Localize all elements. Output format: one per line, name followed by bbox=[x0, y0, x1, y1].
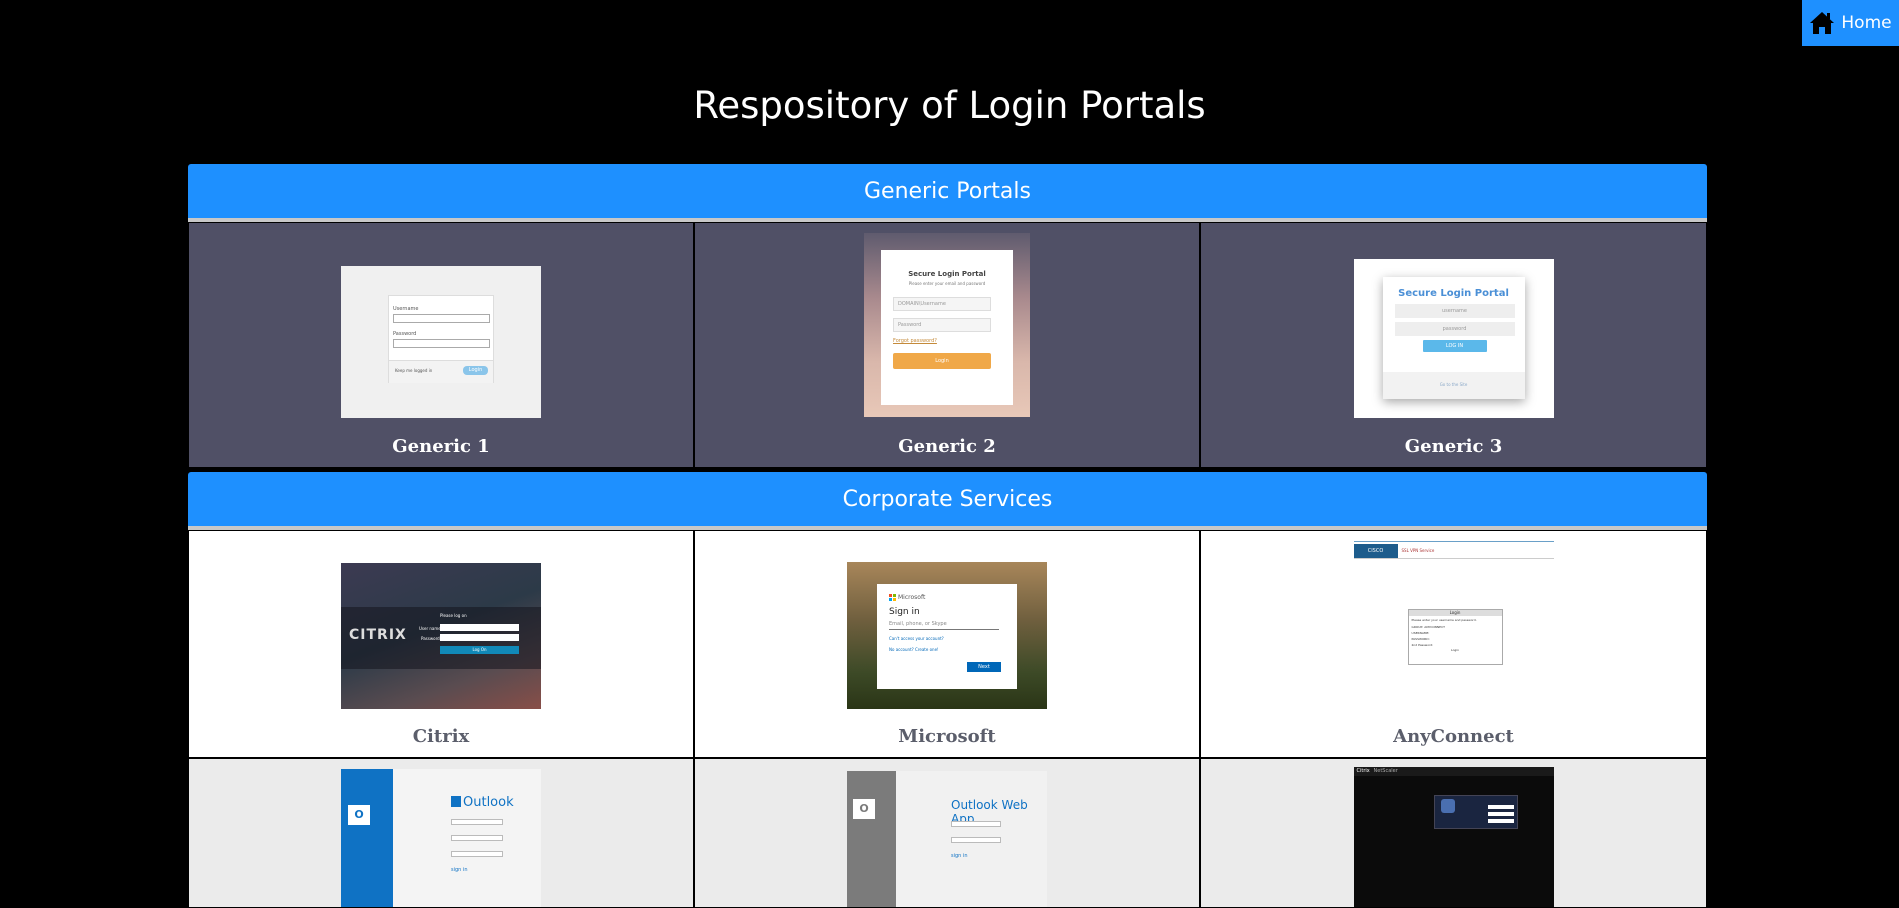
portal-repository: Generic Portals Username Password Keep m… bbox=[188, 164, 1707, 908]
tile-label: Microsoft bbox=[898, 726, 996, 747]
portal-tile-generic-3[interactable]: Secure Login Portal username password LO… bbox=[1200, 222, 1707, 468]
g3-login-button: LOG IN bbox=[1422, 340, 1487, 352]
home-label: Home bbox=[1841, 13, 1892, 33]
microsoft-cant-access: Can't access your account? bbox=[889, 636, 944, 641]
microsoft-brand: Microsoft bbox=[898, 594, 926, 601]
outlook-thumbnail: O Outlook sign in bbox=[341, 769, 541, 907]
tile-label: Generic 2 bbox=[898, 436, 996, 457]
portal-tile-netscaler[interactable]: Citrix NetScaler bbox=[1200, 758, 1707, 908]
section-header-corporate: Corporate Services bbox=[188, 472, 1707, 530]
microsoft-email-placeholder: Email, phone, or Skype bbox=[889, 621, 947, 627]
microsoft-next-button: Next bbox=[967, 662, 1001, 672]
microsoft-logo-icon bbox=[889, 594, 896, 601]
page-title: Respository of Login Portals bbox=[693, 84, 1206, 127]
g1-password-label: Password bbox=[393, 331, 417, 337]
lock-icon bbox=[1440, 799, 1455, 813]
tile-label: Generic 3 bbox=[1404, 436, 1503, 457]
corporate-services-grid: CITRIX Please log on User name: Password… bbox=[188, 530, 1707, 908]
g1-username-label: Username bbox=[393, 306, 419, 312]
anyconnect-login-button: Login bbox=[1450, 648, 1460, 652]
g3-footer-link: Go to the Site bbox=[1439, 382, 1468, 387]
g2-username-field: DOMAIN\Username bbox=[893, 297, 991, 311]
netscaler-brand: Citrix bbox=[1356, 768, 1370, 774]
anyconnect-prompt: Please enter your username and password. bbox=[1411, 618, 1477, 622]
microsoft-thumbnail: Microsoft Sign in Email, phone, or Skype… bbox=[847, 562, 1047, 709]
citrix-heading: Please log on bbox=[440, 613, 467, 618]
outlook-brand: Outlook bbox=[463, 795, 514, 810]
outlook-signin: sign in bbox=[451, 867, 468, 873]
netscaler-thumbnail: Citrix NetScaler bbox=[1353, 767, 1554, 907]
owa-logo-icon: O bbox=[853, 799, 875, 819]
citrix-user-label: User name: bbox=[419, 626, 443, 631]
generic-3-thumbnail: Secure Login Portal username password LO… bbox=[1353, 259, 1554, 418]
outlook-logo-icon: O bbox=[348, 805, 370, 825]
home-icon bbox=[1810, 12, 1835, 34]
microsoft-no-account: No account? Create one! bbox=[889, 647, 939, 652]
g2-login-button: Login bbox=[893, 353, 991, 369]
portal-tile-outlook-web-app[interactable]: O Outlook Web App sign in bbox=[694, 758, 1200, 908]
g1-username-field bbox=[393, 314, 490, 323]
g3-title: Secure Login Portal bbox=[1398, 288, 1509, 299]
section-header-generic: Generic Portals bbox=[188, 164, 1707, 222]
g3-username-field: username bbox=[1394, 304, 1515, 318]
anyconnect-thumbnail: CISCO SSL VPN Service Login Please enter… bbox=[1353, 541, 1554, 691]
portal-tile-generic-2[interactable]: Secure Login Portal Please enter your em… bbox=[694, 222, 1200, 468]
portal-tile-microsoft[interactable]: Microsoft Sign in Email, phone, or Skype… bbox=[694, 530, 1200, 758]
g2-password-placeholder: Password bbox=[898, 322, 922, 328]
g2-subtitle: Please enter your email and password bbox=[908, 281, 986, 286]
generic-portals-grid: Username Password Keep me logged in Logi… bbox=[188, 222, 1707, 468]
home-button[interactable]: Home bbox=[1802, 0, 1899, 46]
anyconnect-group-value: ANYCONNECT bbox=[1424, 625, 1445, 629]
citrix-pass-label: Password: bbox=[421, 636, 442, 641]
portal-tile-generic-1[interactable]: Username Password Keep me logged in Logi… bbox=[188, 222, 694, 468]
generic-2-thumbnail: Secure Login Portal Please enter your em… bbox=[864, 233, 1030, 417]
g1-login-button: Login bbox=[463, 366, 488, 375]
citrix-thumbnail: CITRIX Please log on User name: Password… bbox=[341, 563, 541, 709]
portal-tile-outlook[interactable]: O Outlook sign in bbox=[188, 758, 694, 908]
g2-title: Secure Login Portal bbox=[908, 270, 986, 278]
citrix-logo: CITRIX bbox=[349, 627, 407, 643]
microsoft-heading: Sign in bbox=[889, 607, 920, 617]
tile-label: AnyConnect bbox=[1393, 726, 1514, 747]
anyconnect-banner: SSL VPN Service bbox=[1401, 548, 1435, 553]
tile-label: Generic 1 bbox=[392, 436, 490, 457]
g2-forgot-link: Forgot password? bbox=[893, 338, 937, 344]
g1-remember: Keep me logged in bbox=[395, 368, 433, 373]
netscaler-product: NetScaler bbox=[1373, 768, 1398, 774]
generic-1-thumbnail: Username Password Keep me logged in Logi… bbox=[341, 266, 541, 418]
anyconnect-brand: CISCO bbox=[1353, 544, 1398, 558]
g3-password-field: password bbox=[1394, 322, 1515, 336]
anyconnect-group-label: GROUP: bbox=[1411, 625, 1424, 629]
tile-label: Citrix bbox=[412, 726, 470, 747]
g2-username-placeholder: DOMAIN\Username bbox=[898, 301, 946, 307]
citrix-logon-button: Log On bbox=[440, 646, 519, 654]
owa-thumbnail: O Outlook Web App sign in bbox=[847, 771, 1047, 907]
portal-tile-anyconnect[interactable]: CISCO SSL VPN Service Login Please enter… bbox=[1200, 530, 1707, 758]
owa-signin: sign in bbox=[951, 853, 968, 859]
portal-tile-citrix[interactable]: CITRIX Please log on User name: Password… bbox=[188, 530, 694, 758]
g2-password-field: Password bbox=[893, 318, 991, 332]
g1-password-field bbox=[393, 339, 490, 348]
